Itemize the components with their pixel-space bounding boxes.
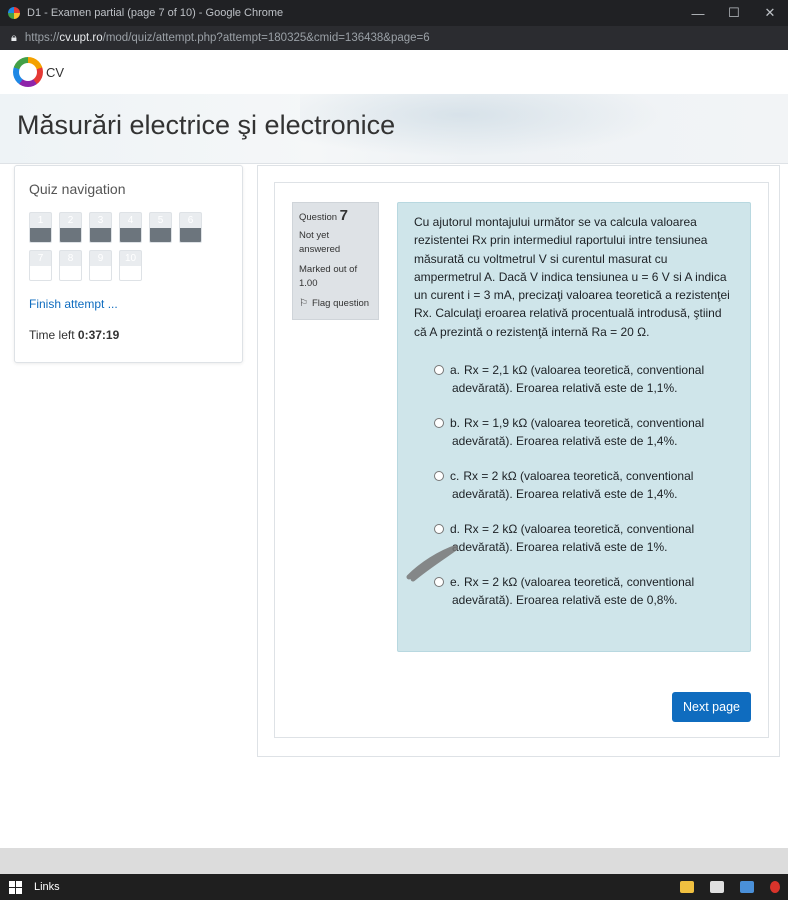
question-formulation: Cu ajutorul montajului următor se va cal… [397, 202, 751, 652]
question-text: Cu ajutorul montajului următor se va cal… [414, 215, 730, 339]
quiz-nav-status-bar [120, 228, 141, 242]
time-left: Time left 0:37:19 [29, 328, 119, 342]
flag-icon: ⚐ [299, 298, 308, 309]
quiz-nav-button[interactable]: 10 [119, 250, 142, 281]
answer-option[interactable]: e. Rx = 2 kΩ (valoarea teoretică, convent… [414, 573, 734, 609]
answer-letter: a. [450, 363, 461, 378]
answer-radio[interactable] [434, 471, 444, 482]
answer-letter: e. [450, 575, 461, 590]
lock-icon: 🔒︎ [11, 31, 17, 44]
answer-radio[interactable] [434, 418, 444, 429]
quiz-nav-button-number: 10 [124, 253, 137, 264]
minimize-button[interactable]: — [680, 6, 716, 21]
quiz-nav-button[interactable]: 5 [149, 212, 172, 243]
quiz-navigation-block: Quiz navigation 1 2 3 4 5 6 7 8 9 10 Finish attem… [14, 165, 243, 363]
taskbar-links[interactable]: Links [34, 881, 60, 893]
quiz-navigation-title: Quiz navigation [29, 181, 126, 197]
quiz-nav-button[interactable]: 4 [119, 212, 142, 243]
answer-radio[interactable] [434, 365, 444, 376]
mail-icon[interactable] [740, 881, 754, 893]
next-page-button[interactable]: Next page [672, 692, 751, 722]
page-footer [0, 848, 788, 874]
quiz-nav-button-number: 7 [37, 253, 44, 264]
url-path: /mod/quiz/attempt.php?attempt=180325&cmi… [102, 32, 430, 44]
quiz-nav-button-number: 5 [157, 215, 164, 226]
flag-question-button[interactable]: ⚐ Flag question [299, 297, 372, 311]
answer-option[interactable]: c. Rx = 2 kΩ (valoarea teoretică, convent… [414, 467, 734, 503]
file-explorer-icon[interactable] [680, 881, 694, 893]
url-prefix: https:// [24, 32, 60, 44]
main-region: Question 7 Not yet answered Marked out o… [257, 165, 780, 757]
quiz-nav-button-number: 4 [127, 215, 134, 226]
flag-question-label: Flag question [311, 298, 370, 309]
question-state: Not yet answered [299, 230, 341, 255]
maximize-button[interactable]: ☐ [716, 5, 752, 21]
address-bar[interactable]: 🔒︎ https://cv.upt.ro/mod/quiz/attempt.ph… [0, 26, 788, 50]
window-titlebar: D1 - Examen partial (page 7 of 10) - Goo… [0, 0, 788, 26]
quiz-nav-status-bar [90, 228, 111, 242]
question-container: Question 7 Not yet answered Marked out o… [274, 182, 769, 738]
quiz-nav-button[interactable]: 7 [29, 250, 52, 281]
site-logo[interactable] [13, 57, 43, 87]
quiz-nav-button-number: 9 [97, 253, 104, 264]
quiz-nav-button-number: 3 [97, 215, 104, 226]
site-brand[interactable]: CV [46, 65, 64, 80]
question-grade: Marked out of 1.00 [299, 264, 358, 289]
page-title: Măsurări electrice şi electronice [17, 110, 396, 140]
page-header-banner: Măsurări electrice şi electronice [0, 94, 788, 164]
answer-text: Rx = 2 kΩ (valoarea teoretică, conventio… [452, 522, 695, 555]
answer-text: Rx = 2 kΩ (valoarea teoretică, conventio… [452, 575, 695, 608]
quiz-nav-status-bar [60, 266, 81, 280]
answer-letter: b. [450, 416, 461, 431]
site-navbar: CV [0, 50, 788, 94]
answer-text: Rx = 2,1 kΩ (valoarea teoretică, convent… [452, 363, 705, 396]
answer-option[interactable]: a. Rx = 2,1 kΩ (valoarea teoretică, conve… [414, 361, 734, 397]
windows-start-icon[interactable] [9, 880, 22, 894]
answer-radio[interactable] [434, 577, 444, 588]
store-icon[interactable] [710, 881, 724, 893]
opera-icon[interactable] [770, 881, 780, 893]
url-host: cv.upt.ro [59, 32, 103, 44]
question-number: Question 7 [299, 207, 372, 225]
quiz-nav-button[interactable]: 2 [59, 212, 82, 243]
taskbar: Links [0, 874, 788, 900]
answer-letter: c. [450, 469, 460, 484]
answer-text: Rx = 2 kΩ (valoarea teoretică, conventio… [452, 469, 694, 502]
quiz-nav-button[interactable]: 9 [89, 250, 112, 281]
quiz-nav-status-bar [90, 266, 111, 280]
chrome-favicon-icon [8, 7, 20, 19]
quiz-nav-button[interactable]: 8 [59, 250, 82, 281]
quiz-nav-status-bar [180, 228, 201, 242]
quiz-nav-button-number: 6 [187, 215, 194, 226]
quiz-nav-button-number: 1 [37, 215, 44, 226]
answer-text: Rx = 1,9 kΩ (valoarea teoretică, convent… [452, 416, 705, 449]
window-title: D1 - Examen partial (page 7 of 10) - Goo… [27, 7, 284, 19]
answer-radio[interactable] [434, 524, 444, 535]
quiz-nav-button[interactable]: 1 [29, 212, 52, 243]
time-left-label: Time left [29, 328, 75, 342]
quiz-nav-status-bar [30, 266, 51, 280]
question-info: Question 7 Not yet answered Marked out o… [292, 202, 379, 320]
answer-letter: d. [450, 522, 461, 537]
quiz-nav-button[interactable]: 3 [89, 212, 112, 243]
finish-attempt-link[interactable]: Finish attempt ... [29, 297, 118, 311]
answer-option[interactable]: b. Rx = 1,9 kΩ (valoarea teoretică, conve… [414, 414, 734, 450]
quiz-nav-button-number: 2 [67, 215, 74, 226]
quiz-nav-status-bar [60, 228, 81, 242]
quiz-nav-status-bar [120, 266, 141, 280]
quiz-nav-button-number: 8 [67, 253, 74, 264]
quiz-nav-status-bar [30, 228, 51, 242]
answer-option[interactable]: d. Rx = 2 kΩ (valoarea teoretică, convent… [414, 520, 734, 556]
quiz-nav-button[interactable]: 6 [179, 212, 202, 243]
close-button[interactable]: ✕ [752, 5, 788, 21]
time-left-value: 0:37:19 [77, 328, 120, 342]
question-label: Question [299, 212, 338, 223]
quiz-nav-status-bar [150, 228, 171, 242]
question-number-value: 7 [339, 207, 349, 224]
